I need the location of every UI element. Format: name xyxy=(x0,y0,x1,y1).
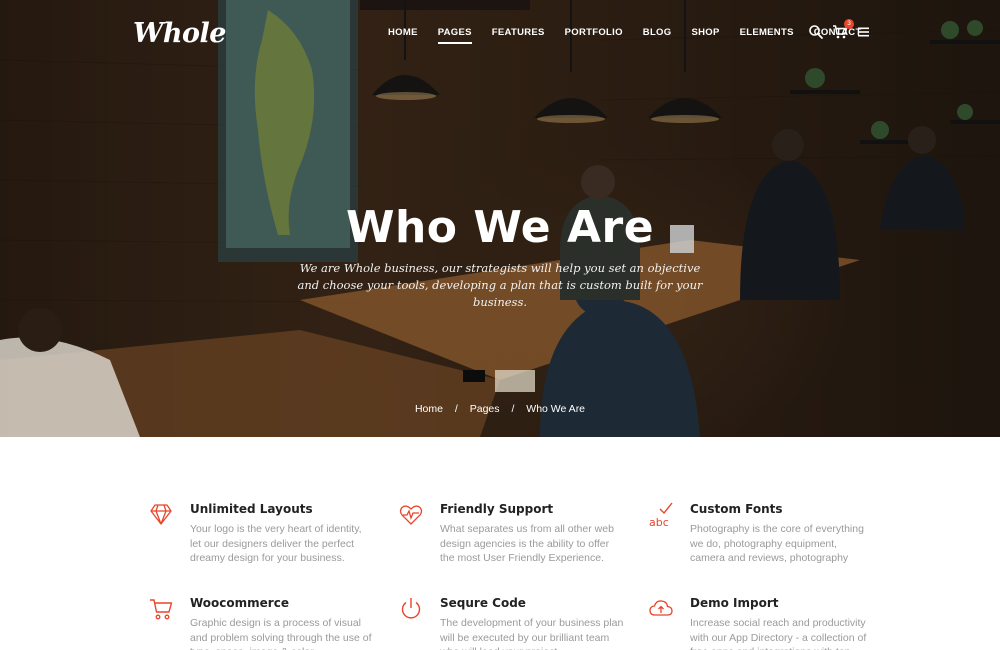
brand-logo[interactable]: Whole xyxy=(133,18,226,49)
cart-count-badge: 3 xyxy=(844,19,854,29)
breadcrumb-pages[interactable]: Pages xyxy=(470,403,500,415)
svg-text:abc: abc xyxy=(649,516,669,528)
nav-portfolio[interactable]: PORTFOLIO xyxy=(565,27,623,41)
power-icon xyxy=(398,596,424,622)
nav-elements[interactable]: ELEMENTS xyxy=(740,27,794,41)
hero-subtitle: We are Whole business, our strategists w… xyxy=(297,261,703,309)
feature-title: Unlimited Layouts xyxy=(190,502,313,516)
breadcrumb-home[interactable]: Home xyxy=(415,403,443,415)
cart-icon[interactable]: 3 xyxy=(832,19,854,40)
feature-description: Graphic design is a process of visual an… xyxy=(190,617,372,650)
nav-features[interactable]: FEATURES xyxy=(492,27,545,41)
feature-description: Your logo is the very heart of identity,… xyxy=(190,523,362,564)
diamond-icon xyxy=(148,502,174,528)
feature-description: Photography is the core of everything we… xyxy=(690,523,864,564)
menu-icon[interactable] xyxy=(856,24,872,40)
feature-description: What separates us from all other web des… xyxy=(440,523,614,564)
nav-home[interactable]: HOME xyxy=(388,27,418,41)
cloud-upload-icon xyxy=(648,596,674,622)
nav-pages[interactable]: PAGES xyxy=(437,27,472,44)
header-actions: 3 xyxy=(808,19,880,40)
search-icon[interactable] xyxy=(808,24,824,40)
feature-title: Custom Fonts xyxy=(690,502,783,516)
abc-check-icon: abc xyxy=(648,502,674,529)
feature-title: Woocommerce xyxy=(190,596,289,610)
breadcrumb-separator: / xyxy=(511,403,515,415)
nav-shop[interactable]: SHOP xyxy=(691,27,719,41)
feature-title: Demo Import xyxy=(690,596,779,610)
breadcrumb-current: Who We Are xyxy=(526,403,586,415)
breadcrumb-separator: / xyxy=(454,403,458,415)
feature-title: Sequre Code xyxy=(440,596,526,610)
heart-pulse-icon xyxy=(398,502,424,528)
cart-outline-icon xyxy=(148,596,174,622)
feature-title: Friendly Support xyxy=(440,502,554,516)
feature-description: Increase social reach and productivity w… xyxy=(690,617,867,650)
page-title: Who We Are xyxy=(345,202,655,253)
breadcrumb: Home / Pages / Who We Are xyxy=(0,403,1000,415)
feature-description: The development of your business plan wi… xyxy=(440,617,624,650)
nav-blog[interactable]: BLOG xyxy=(643,27,672,41)
hero-banner: Whole HOME PAGES FEATURES PORTFOLIO BLOG… xyxy=(0,0,1000,437)
